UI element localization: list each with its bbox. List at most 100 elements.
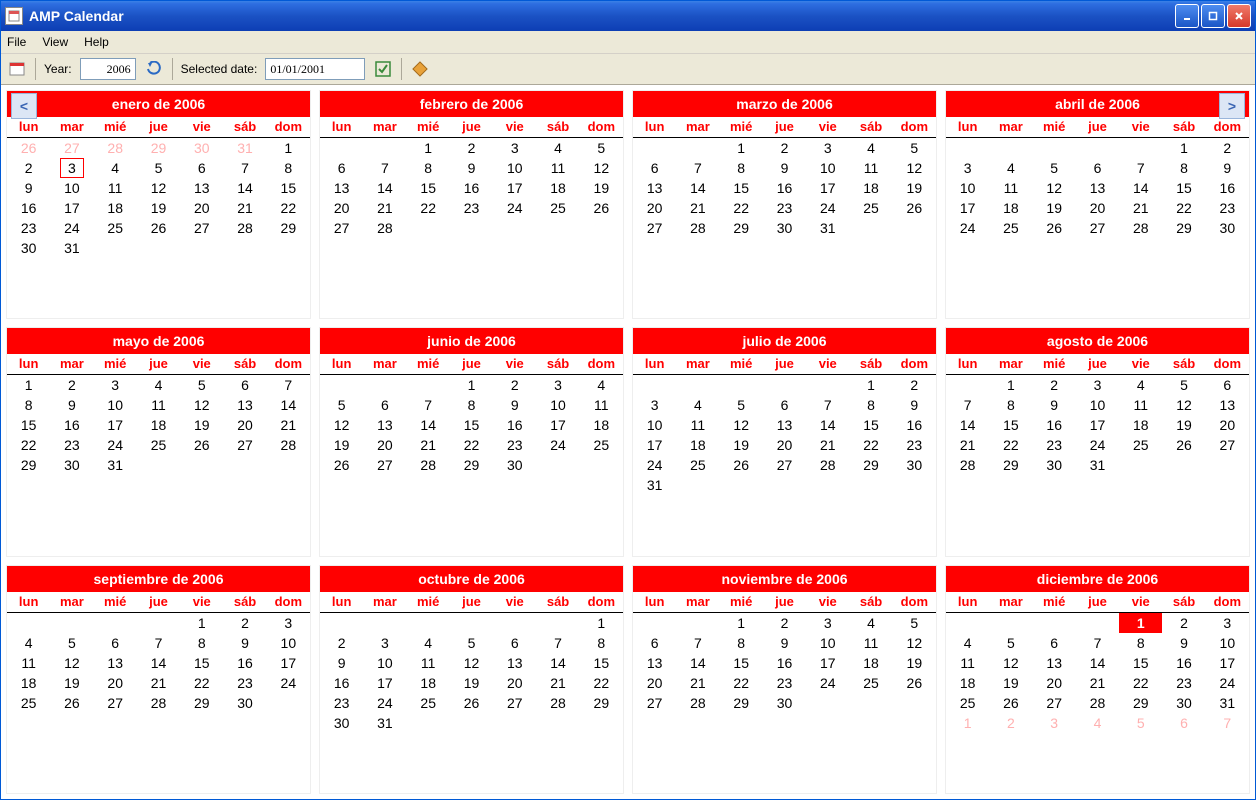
day-cell[interactable]: 3 [267, 613, 310, 633]
day-cell[interactable]: 5 [580, 138, 623, 158]
day-cell[interactable]: 28 [267, 435, 310, 455]
day-cell[interactable]: 25 [849, 673, 892, 693]
day-cell[interactable]: 8 [989, 395, 1032, 415]
day-cell[interactable]: 27 [180, 218, 223, 238]
day-cell[interactable]: 4 [849, 613, 892, 633]
day-cell[interactable]: 6 [363, 395, 406, 415]
day-cell[interactable]: 5 [50, 633, 93, 653]
day-cell[interactable]: 4 [407, 633, 450, 653]
day-cell[interactable]: 29 [849, 455, 892, 475]
day-cell[interactable]: 23 [1206, 198, 1249, 218]
day-cell[interactable]: 20 [94, 673, 137, 693]
day-cell[interactable]: 25 [536, 198, 579, 218]
day-cell[interactable]: 26 [580, 198, 623, 218]
day-cell[interactable]: 26 [320, 455, 363, 475]
day-cell[interactable]: 26 [1162, 435, 1205, 455]
day-cell[interactable]: 9 [7, 178, 50, 198]
day-cell[interactable]: 5 [1033, 158, 1076, 178]
day-cell[interactable]: 5 [989, 633, 1032, 653]
day-cell[interactable]: 25 [676, 455, 719, 475]
day-cell[interactable]: 9 [1033, 395, 1076, 415]
day-cell[interactable]: 22 [7, 435, 50, 455]
day-cell[interactable]: 11 [94, 178, 137, 198]
day-cell[interactable]: 15 [989, 415, 1032, 435]
day-cell[interactable]: 24 [1206, 673, 1249, 693]
day-cell[interactable]: 15 [1119, 653, 1162, 673]
day-cell[interactable]: 12 [50, 653, 93, 673]
day-cell[interactable]: 21 [407, 435, 450, 455]
day-cell[interactable]: 30 [1206, 218, 1249, 238]
day-cell[interactable]: 31 [1206, 693, 1249, 713]
day-cell[interactable]: 22 [720, 673, 763, 693]
day-cell[interactable]: 3 [94, 375, 137, 395]
day-cell[interactable]: 6 [1033, 633, 1076, 653]
day-cell[interactable]: 23 [450, 198, 493, 218]
day-cell[interactable]: 25 [94, 218, 137, 238]
day-cell[interactable]: 21 [267, 415, 310, 435]
day-cell[interactable]: 29 [989, 455, 1032, 475]
day-cell[interactable]: 20 [223, 415, 266, 435]
confirm-icon[interactable] [373, 59, 393, 79]
day-cell[interactable]: 9 [763, 633, 806, 653]
day-cell[interactable]: 5 [893, 613, 936, 633]
day-cell[interactable]: 6 [493, 633, 536, 653]
day-cell[interactable]: 28 [536, 693, 579, 713]
minimize-button[interactable] [1175, 4, 1199, 28]
day-cell[interactable]: 13 [1206, 395, 1249, 415]
day-cell[interactable]: 24 [267, 673, 310, 693]
day-cell[interactable]: 3 [946, 158, 989, 178]
day-cell[interactable]: 19 [893, 178, 936, 198]
day-cell[interactable]: 11 [580, 395, 623, 415]
close-button[interactable] [1227, 4, 1251, 28]
day-cell[interactable]: 8 [1119, 633, 1162, 653]
day-cell[interactable]: 21 [223, 198, 266, 218]
day-cell[interactable]: 28 [676, 218, 719, 238]
settings-icon[interactable] [410, 59, 430, 79]
menu-file[interactable]: File [7, 35, 26, 49]
day-cell[interactable]: 10 [50, 178, 93, 198]
day-cell[interactable]: 18 [849, 653, 892, 673]
selected-date-input[interactable] [265, 58, 365, 80]
day-cell[interactable]: 25 [7, 693, 50, 713]
day-cell[interactable]: 9 [450, 158, 493, 178]
day-cell[interactable]: 24 [536, 435, 579, 455]
day-cell[interactable]: 16 [223, 653, 266, 673]
day-cell[interactable]: 12 [180, 395, 223, 415]
day-cell[interactable]: 25 [849, 198, 892, 218]
day-cell[interactable]: 21 [676, 198, 719, 218]
day-cell[interactable]: 9 [1162, 633, 1205, 653]
day-cell[interactable]: 4 [137, 375, 180, 395]
day-cell[interactable]: 8 [720, 158, 763, 178]
day-cell[interactable]: 19 [450, 673, 493, 693]
day-cell[interactable]: 19 [180, 415, 223, 435]
day-cell[interactable]: 21 [363, 198, 406, 218]
day-cell[interactable]: 15 [180, 653, 223, 673]
day-cell[interactable]: 10 [1076, 395, 1119, 415]
day-cell[interactable]: 20 [1206, 415, 1249, 435]
day-cell[interactable]: 3 [1076, 375, 1119, 395]
day-cell[interactable]: 1 [580, 613, 623, 633]
day-cell[interactable]: 9 [1206, 158, 1249, 178]
day-cell-other[interactable]: 2 [989, 713, 1032, 733]
day-cell[interactable]: 27 [363, 455, 406, 475]
day-cell[interactable]: 17 [806, 653, 849, 673]
day-cell[interactable]: 12 [320, 415, 363, 435]
day-cell[interactable]: 12 [580, 158, 623, 178]
day-cell[interactable]: 19 [1162, 415, 1205, 435]
day-cell[interactable]: 18 [946, 673, 989, 693]
day-cell[interactable]: 22 [1162, 198, 1205, 218]
day-cell[interactable]: 29 [1119, 693, 1162, 713]
day-cell[interactable]: 15 [720, 653, 763, 673]
day-cell[interactable]: 28 [363, 218, 406, 238]
day-cell[interactable]: 23 [50, 435, 93, 455]
day-cell[interactable]: 7 [806, 395, 849, 415]
day-cell[interactable]: 9 [763, 158, 806, 178]
day-cell[interactable]: 30 [493, 455, 536, 475]
day-cell[interactable]: 1 [180, 613, 223, 633]
day-cell[interactable]: 21 [676, 673, 719, 693]
day-cell[interactable]: 10 [633, 415, 676, 435]
day-cell[interactable]: 2 [763, 138, 806, 158]
day-cell[interactable]: 8 [849, 395, 892, 415]
day-cell[interactable]: 24 [363, 693, 406, 713]
day-cell[interactable]: 27 [493, 693, 536, 713]
